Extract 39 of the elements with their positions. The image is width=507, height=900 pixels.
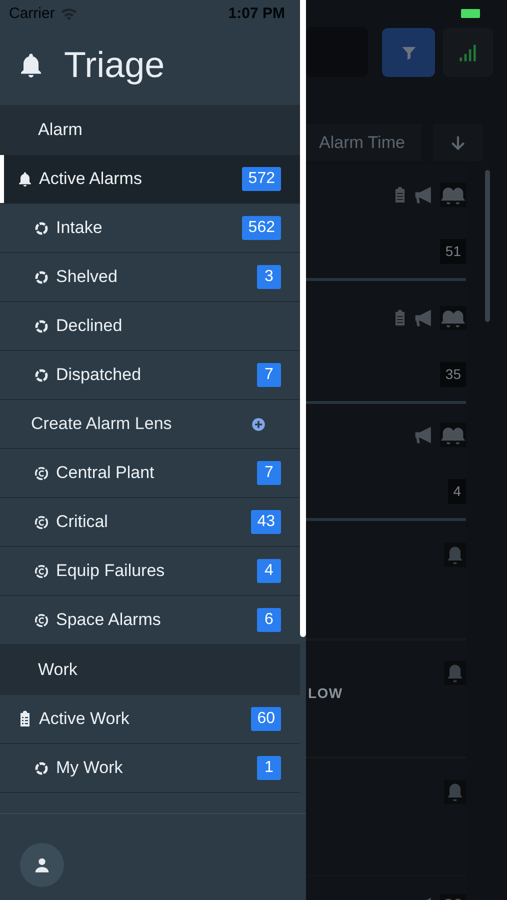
count-badge: 572: [242, 167, 281, 191]
count-badge: 3: [257, 265, 281, 289]
menu-item[interactable]: Active Alarms 572: [0, 155, 300, 204]
sort-direction-button[interactable]: [433, 124, 483, 161]
count-badge: 7: [257, 363, 281, 387]
count-badge: 4: [257, 559, 281, 583]
profile-button[interactable]: [20, 843, 64, 887]
ring-icon: [33, 220, 50, 236]
section-header: Alarm: [38, 119, 82, 142]
section-header: Work: [38, 659, 78, 682]
drawer-title: Triage: [64, 42, 165, 86]
ring-c-icon: [33, 562, 50, 580]
search-field[interactable]: [306, 27, 368, 77]
ring-icon: [33, 268, 50, 286]
ring-icon: [33, 366, 50, 384]
wifi-icon: [60, 8, 78, 20]
carrier-label: Carrier: [9, 4, 55, 24]
plus-circle-icon: [250, 416, 267, 432]
priority-label: LOW: [308, 684, 343, 703]
ring-c-icon: [33, 612, 50, 628]
count-label: 35: [440, 362, 466, 387]
time-label: 1:07 PM: [228, 4, 285, 24]
count-badge: 43: [251, 510, 281, 534]
count-label: 51: [440, 239, 466, 264]
ring-c-icon: [33, 464, 50, 482]
battery-icon: [461, 9, 480, 18]
bell-icon: [16, 170, 34, 188]
count-label: 4: [448, 479, 466, 504]
ring-icon: [33, 318, 50, 334]
filter-button[interactable]: [382, 28, 435, 77]
user-icon: [34, 857, 50, 873]
count-badge: 60: [251, 707, 281, 731]
count-badge: 1: [257, 756, 281, 780]
count-badge: 6: [257, 608, 281, 632]
count-badge: 7: [257, 461, 281, 485]
signal-button[interactable]: [443, 28, 493, 77]
ring-icon: [33, 760, 50, 776]
ring-c-icon: [33, 514, 50, 530]
count-badge: 562: [242, 216, 281, 240]
